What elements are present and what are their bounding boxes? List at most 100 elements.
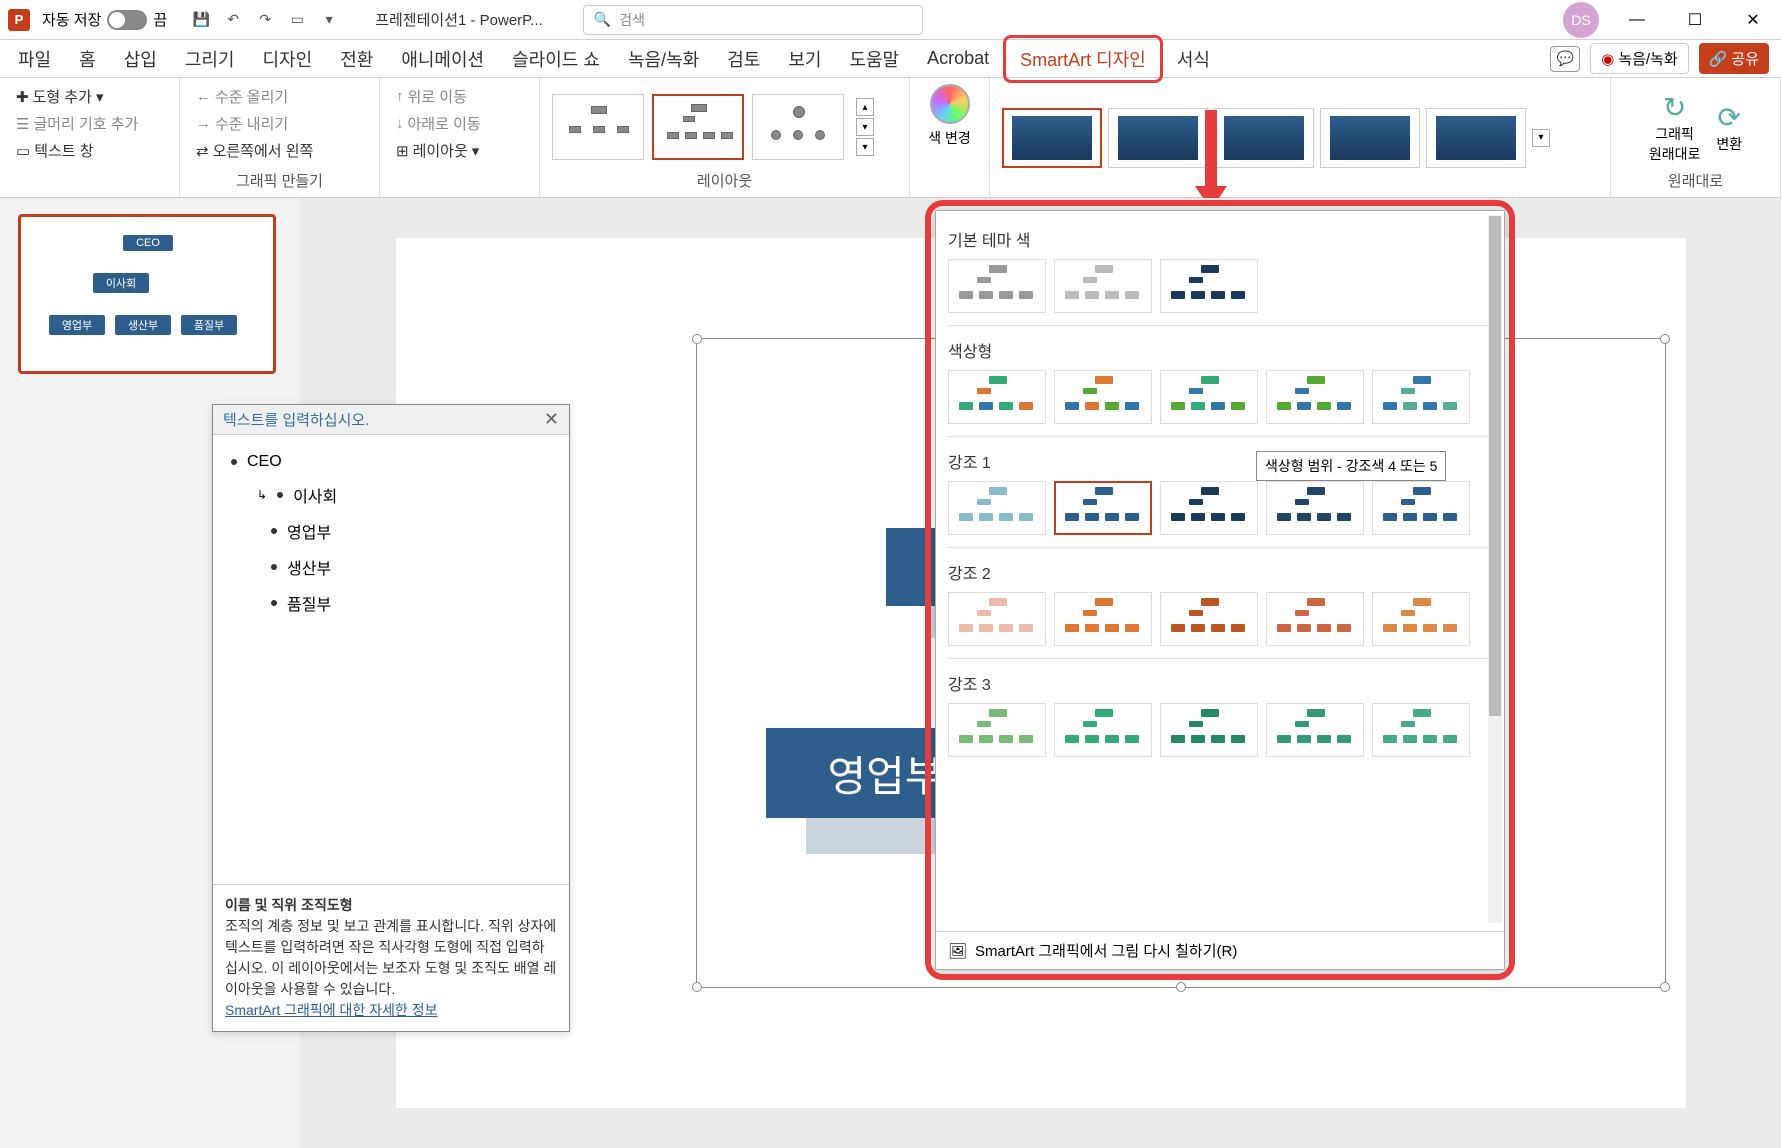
gallery-section-colorful: 색상형 [948,330,1492,366]
title-bar: P 자동 저장 끔 💾 ↶ ↷ ▭ ▾ 프레젠테이션1 - PowerP... … [0,0,1781,40]
qat-more-icon[interactable]: ▾ [317,8,341,32]
change-colors-icon[interactable] [930,84,970,124]
window-title: 프레젠테이션1 - PowerP... [375,9,543,30]
color-option[interactable] [1372,481,1470,535]
slide-thumbnail-1[interactable]: CEO 이사회 영업부 생산부 품질부 [18,214,276,374]
color-option[interactable] [948,592,1046,646]
thumb-board: 이사회 [93,273,149,293]
color-option[interactable] [1054,370,1152,424]
tab-review[interactable]: 검토 [713,38,774,80]
move-up-button: ↑ 위로 이동 [392,84,485,109]
color-option[interactable] [1266,481,1364,535]
color-option[interactable] [1266,370,1364,424]
share-button[interactable]: 🔗공유 [1699,43,1769,74]
color-option[interactable] [1160,481,1258,535]
gallery-recolor-option[interactable]: 🖼 SmartArt 그래픽에서 그림 다시 칠하기(R) [936,931,1504,969]
smartart-style[interactable] [1214,108,1314,168]
color-option[interactable] [1160,703,1258,757]
tab-transition[interactable]: 전환 [326,38,387,80]
smartart-style[interactable] [1108,108,1208,168]
user-avatar[interactable]: DS [1563,2,1599,38]
thumb-ceo: CEO [123,235,173,251]
autosave-label: 자동 저장 [42,9,101,30]
text-pane-list[interactable]: CEO ↳이사회 영업부 생산부 품질부 [213,435,569,633]
tab-help[interactable]: 도움말 [835,38,913,80]
color-option[interactable] [1054,703,1152,757]
gallery-section-basic: 기본 테마 색 [948,219,1492,255]
list-item: CEO [231,447,551,477]
tab-home[interactable]: 홈 [65,38,110,80]
tab-insert[interactable]: 삽입 [110,38,171,80]
color-option[interactable] [1372,592,1470,646]
color-option[interactable] [1160,592,1258,646]
change-colors-label[interactable]: 색 변경 [928,128,971,148]
color-option[interactable] [1160,370,1258,424]
layout-option-selected[interactable] [652,94,744,160]
save-icon[interactable]: 💾 [189,8,213,32]
color-option[interactable] [948,259,1046,313]
layout-scroll-up[interactable]: ▴ [856,98,874,116]
toggle-off-icon[interactable] [107,10,147,30]
style-more[interactable]: ▾ [1532,129,1550,147]
undo-icon[interactable]: ↶ [221,8,245,32]
list-item: 영업부 [231,513,551,549]
color-option[interactable] [948,703,1046,757]
smartart-info-link[interactable]: SmartArt 그래픽에 대한 자세한 정보 [225,1002,437,1018]
smartart-style-selected[interactable] [1002,108,1102,168]
search-input[interactable]: 🔍 검색 [583,5,923,35]
tab-design[interactable]: 디자인 [249,38,327,80]
tab-record[interactable]: 녹음/녹화 [614,38,713,80]
tab-draw[interactable]: 그리기 [171,38,249,80]
present-icon[interactable]: ▭ [285,8,309,32]
layout-scroll-down[interactable]: ▾ [856,118,874,136]
list-item: 생산부 [231,549,551,585]
tab-animation[interactable]: 애니메이션 [387,38,498,80]
annotation-arrow [1205,110,1217,190]
close-button[interactable]: ✕ [1733,5,1773,35]
color-gallery-dropdown[interactable]: 기본 테마 색 색상형 강조 1 강조 2 강조 3 🖼 SmartArt 그래… [935,210,1505,970]
maximize-button[interactable]: ☐ [1675,5,1715,35]
thumb-sales: 영업부 [49,315,105,335]
autosave-toggle[interactable]: 자동 저장 끔 [42,9,167,30]
comments-icon[interactable]: 💬 [1550,46,1580,72]
text-pane-button[interactable]: ▭ 텍스트 창 [12,138,142,163]
minimize-button[interactable]: — [1617,5,1657,35]
thumb-quality: 품질부 [181,315,237,335]
color-option[interactable] [1054,259,1152,313]
color-option[interactable] [1266,703,1364,757]
app-icon: P [8,9,30,31]
layout-option[interactable] [552,94,644,160]
smartart-text-pane[interactable]: 텍스트를 입력하십시오. ✕ CEO ↳이사회 영업부 생산부 품질부 이름 및… [212,404,570,1032]
color-option[interactable] [948,370,1046,424]
reset-graphic-button[interactable]: ↻ 그래픽 원래대로 [1649,91,1701,164]
layout-option[interactable] [752,94,844,160]
smartart-style[interactable] [1426,108,1526,168]
tab-smartart-design[interactable]: SmartArt 디자인 [1003,35,1163,83]
rtl-button[interactable]: ⇄ 오른쪽에서 왼쪽 [192,138,317,163]
color-option[interactable] [1266,592,1364,646]
level-down-button: → 수준 내리기 [192,111,317,136]
gallery-scrollbar[interactable] [1488,215,1502,923]
add-shape-button[interactable]: ✚ 도형 추가 ▾ [12,84,142,109]
tab-format[interactable]: 서식 [1163,38,1224,80]
autosave-state: 끔 [153,9,167,30]
color-option[interactable] [1160,259,1258,313]
record-button[interactable]: ◉녹음/녹화 [1590,43,1688,74]
color-option[interactable] [1054,592,1152,646]
color-option[interactable] [1372,703,1470,757]
group-reset-label: 원래대로 [1623,170,1768,191]
layout-button[interactable]: ⊞ 레이아웃 ▾ [392,138,485,163]
text-pane-close-icon[interactable]: ✕ [544,409,559,430]
color-option[interactable] [1372,370,1470,424]
smartart-style[interactable] [1320,108,1420,168]
color-option[interactable] [1054,481,1152,535]
redo-icon[interactable]: ↷ [253,8,277,32]
tab-view[interactable]: 보기 [774,38,835,80]
color-option[interactable] [948,481,1046,535]
gallery-tooltip: 색상형 범위 - 강조색 4 또는 5 [1256,451,1446,481]
tab-acrobat[interactable]: Acrobat [913,40,1003,77]
layout-more[interactable]: ▾ [856,138,874,156]
tab-slideshow[interactable]: 슬라이드 쇼 [498,38,614,80]
tab-file[interactable]: 파일 [4,38,65,80]
convert-button[interactable]: ⟳ 변환 [1716,101,1742,154]
